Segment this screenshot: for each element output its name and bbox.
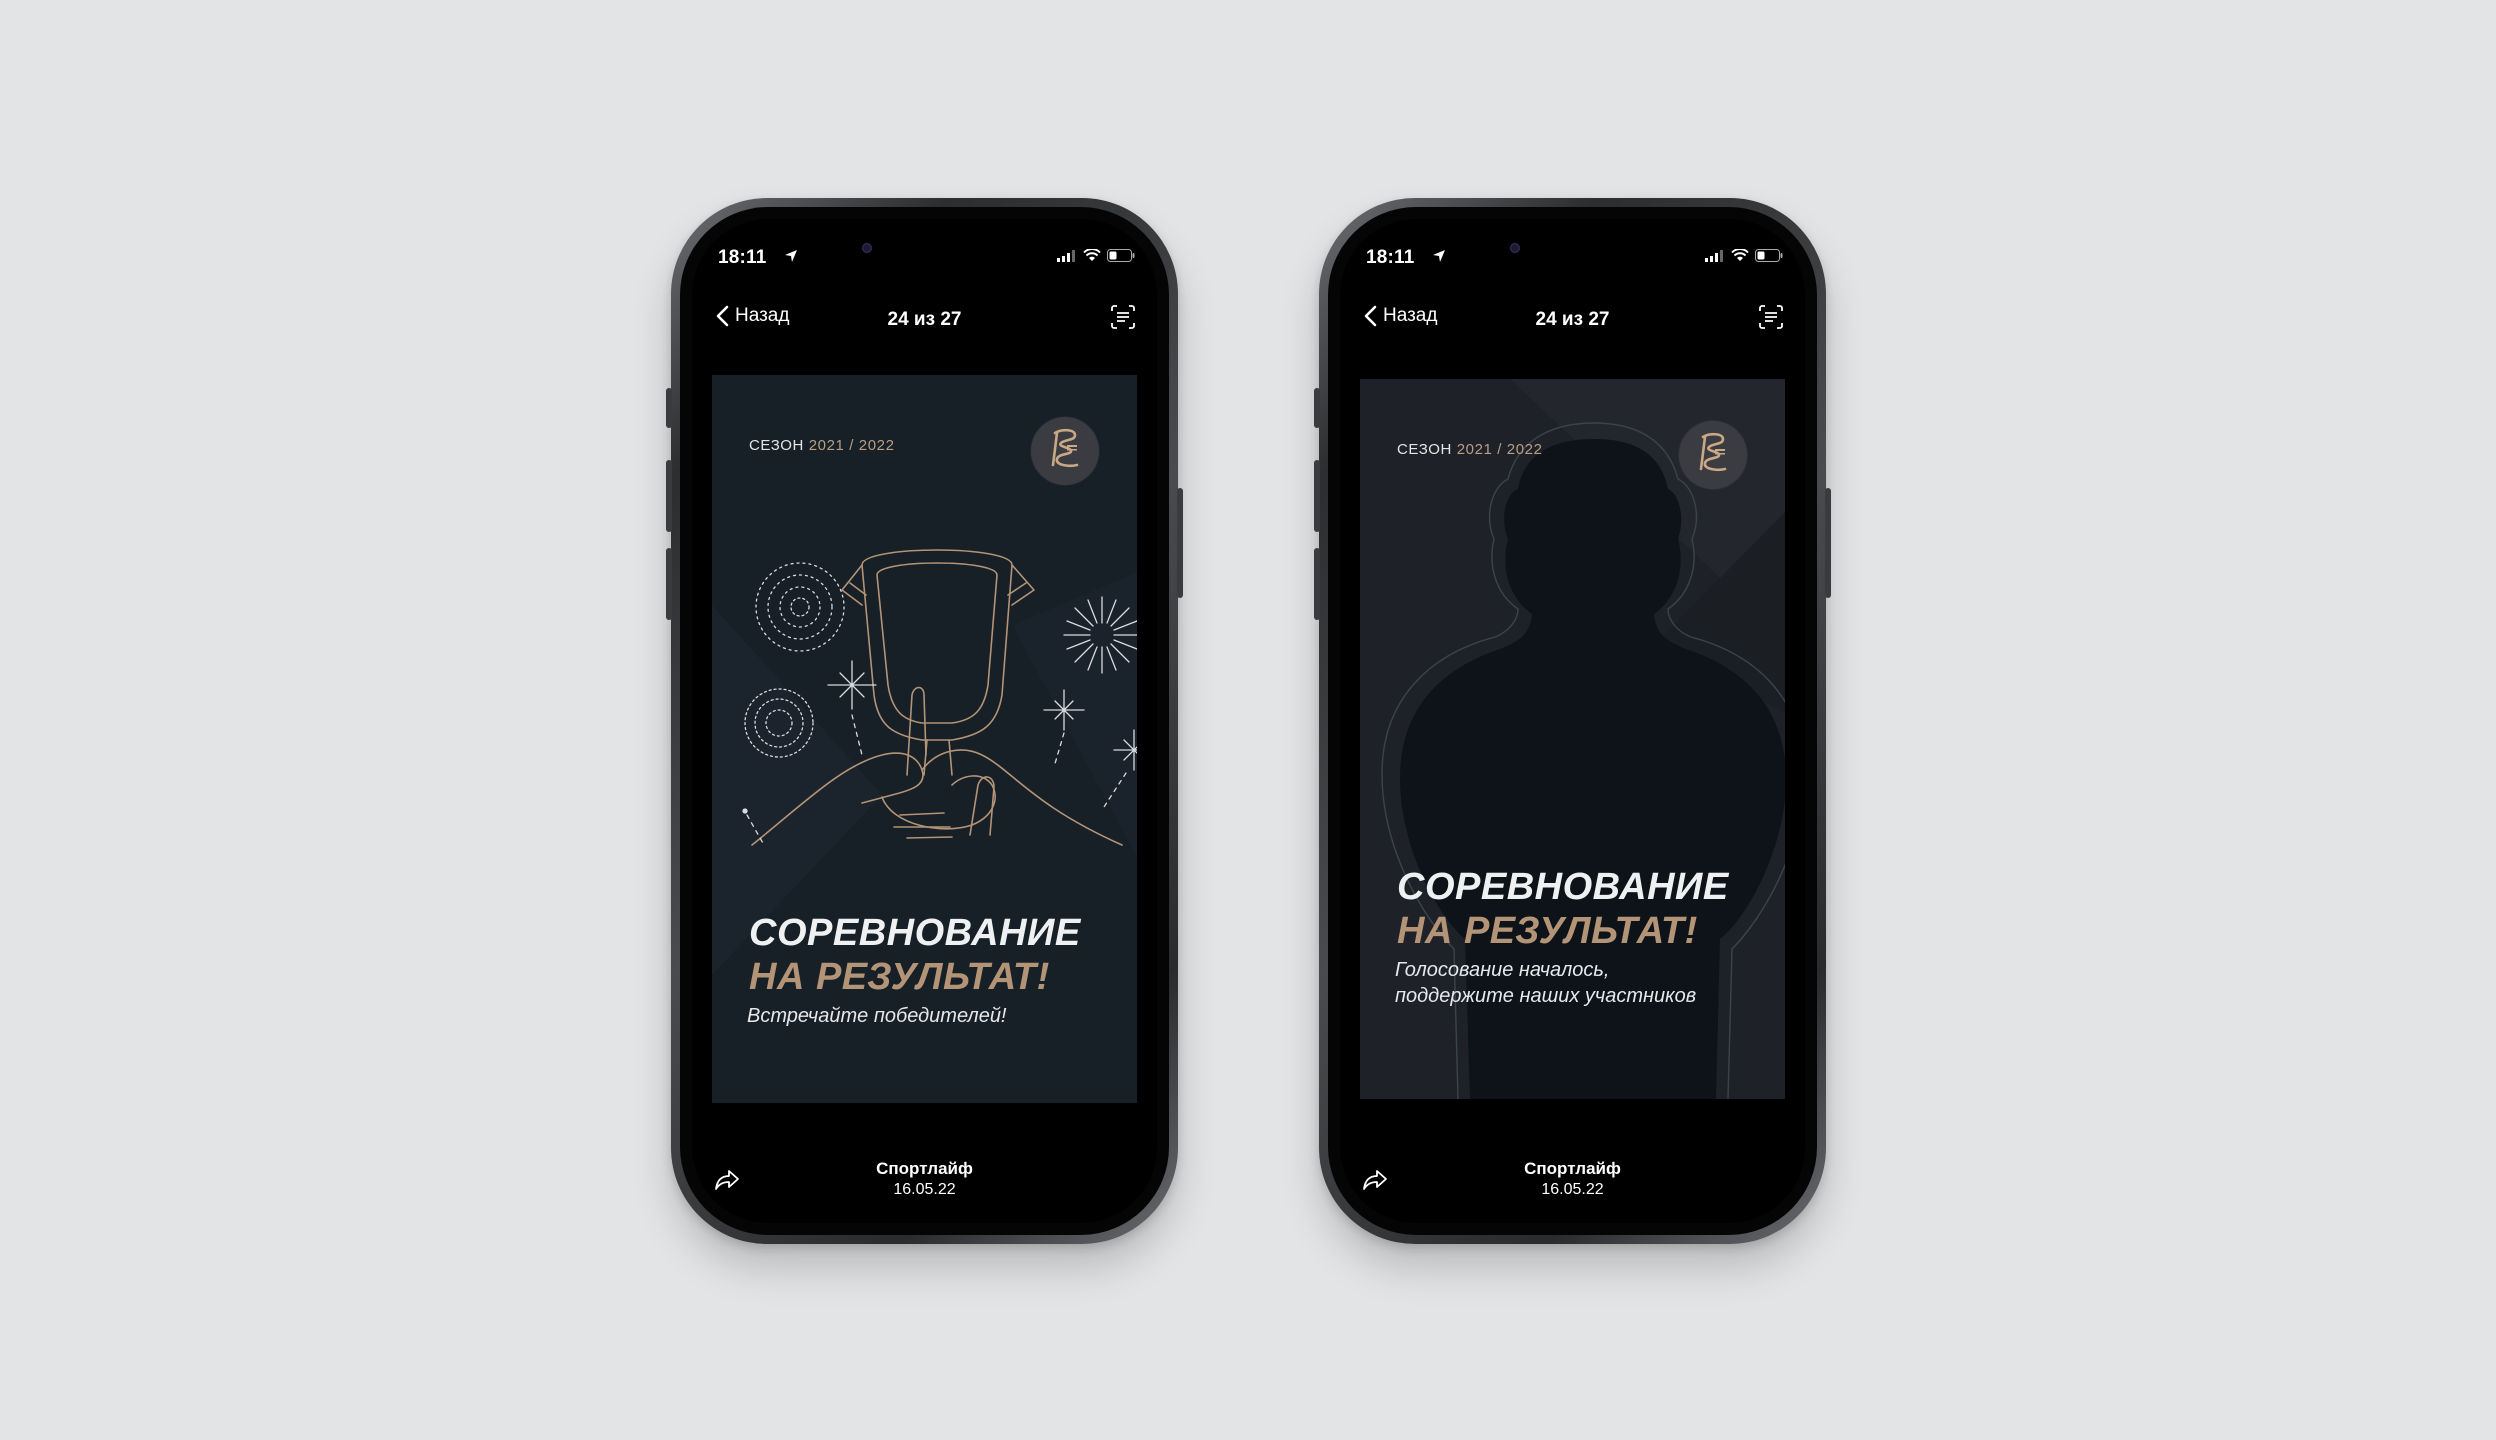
headline-line-1: СОРЕВНОВАНИЕ (749, 912, 1081, 954)
brand-logo (1031, 417, 1099, 485)
power-button (1825, 488, 1831, 598)
publish-date: 16.05.22 (893, 1181, 956, 1198)
status-indicators (1057, 249, 1135, 262)
publish-date: 16.05.22 (1541, 1181, 1604, 1198)
sparkle-2 (1043, 689, 1085, 731)
trophy-illustration (742, 549, 1137, 846)
location-arrow-icon (784, 249, 798, 268)
firework-right (1063, 596, 1137, 674)
notch (1487, 219, 1658, 263)
battery-icon (1755, 249, 1783, 262)
season-label: СЕЗОН 2021 / 2022 (749, 437, 895, 454)
volume-down-button (1314, 548, 1320, 620)
mute-switch (1314, 388, 1320, 428)
phone-right: 18:11 Назад 24 из 27 СЕЗОН 2021 / 2022 С… (1314, 198, 1831, 1244)
source-name: Спортлайф (876, 1159, 973, 1178)
status-time: 18:11 (1366, 247, 1415, 268)
notch (839, 219, 1010, 263)
status-time: 18:11 (718, 247, 767, 268)
mute-switch (666, 388, 672, 428)
brand-logo (1679, 421, 1747, 489)
subtitle: Встречайте победителей! (747, 1003, 1007, 1029)
subtitle-line-1: Голосование началось, (1395, 959, 1610, 981)
front-camera (862, 243, 872, 253)
power-button (1177, 488, 1183, 598)
signal-icon (1057, 249, 1075, 262)
headline-line-2: НА РЕЗУЛЬТАТ! (1397, 910, 1698, 952)
signal-icon (1705, 249, 1723, 262)
subtitle: Голосование началось, поддержите наших у… (1395, 957, 1696, 1009)
sparkle-1 (827, 660, 877, 710)
brand-logo-icon (1051, 428, 1079, 468)
season-years: 2021 / 2022 (1456, 441, 1543, 458)
text-scan-icon (1759, 305, 1783, 329)
story-card[interactable]: СЕЗОН 2021 / 2022 СОРЕВНОВАНИЕ НА РЕЗУЛЬ… (1360, 379, 1785, 1099)
source-name: Спортлайф (1524, 1159, 1621, 1178)
wifi-icon (1731, 249, 1749, 261)
firework-left-top (755, 562, 845, 652)
headline-line-2: НА РЕЗУЛЬТАТ! (749, 956, 1050, 998)
wifi-icon (1083, 249, 1101, 261)
volume-up-button (1314, 460, 1320, 532)
headline-line-1: СОРЕВНОВАНИЕ (1397, 866, 1729, 908)
season-label: СЕЗОН 2021 / 2022 (1397, 441, 1543, 458)
firework-left-bottom (744, 688, 814, 758)
subtitle-line-2: поддержите наших участников (1395, 985, 1697, 1007)
volume-up-button (666, 460, 672, 532)
story-counter: 24 из 27 (887, 309, 962, 330)
location-arrow-icon (1432, 249, 1446, 268)
headline: СОРЕВНОВАНИЕ НА РЕЗУЛЬТАТ! (749, 911, 1081, 999)
text-scan-icon (1111, 305, 1135, 329)
screen: 18:11 Назад 24 из 27 СЕЗОН 2021 / 2022 С… (1340, 219, 1805, 1223)
brand-logo-icon (1699, 432, 1727, 472)
phone-left: 18:11 Назад 24 из 27 СЕЗОН 2021 / 2022 С… (666, 198, 1183, 1244)
navigation-bar: Назад 24 из 27 (692, 299, 1157, 349)
navigation-bar: Назад 24 из 27 (1340, 299, 1805, 349)
text-scan-button[interactable] (1759, 305, 1783, 334)
screen: 18:11 Назад 24 из 27 СЕЗОН 2021 / 2022 С… (692, 219, 1157, 1223)
battery-icon (1107, 249, 1135, 262)
headline: СОРЕВНОВАНИЕ НА РЕЗУЛЬТАТ! (1397, 865, 1729, 953)
text-scan-button[interactable] (1111, 305, 1135, 334)
front-camera (1510, 243, 1520, 253)
sparkle-3 (1113, 729, 1137, 771)
story-footer: Спортлайф 16.05.22 (1340, 1159, 1805, 1199)
subtitle-line-1: Встречайте победителей! (747, 1005, 1007, 1027)
status-indicators (1705, 249, 1783, 262)
story-card[interactable]: СЕЗОН 2021 / 2022 СОРЕВНОВАНИЕ НА РЕЗУЛЬ… (712, 375, 1137, 1103)
volume-down-button (666, 548, 672, 620)
story-footer: Спортлайф 16.05.22 (692, 1159, 1157, 1199)
season-years: 2021 / 2022 (808, 437, 895, 454)
story-counter: 24 из 27 (1535, 309, 1610, 330)
